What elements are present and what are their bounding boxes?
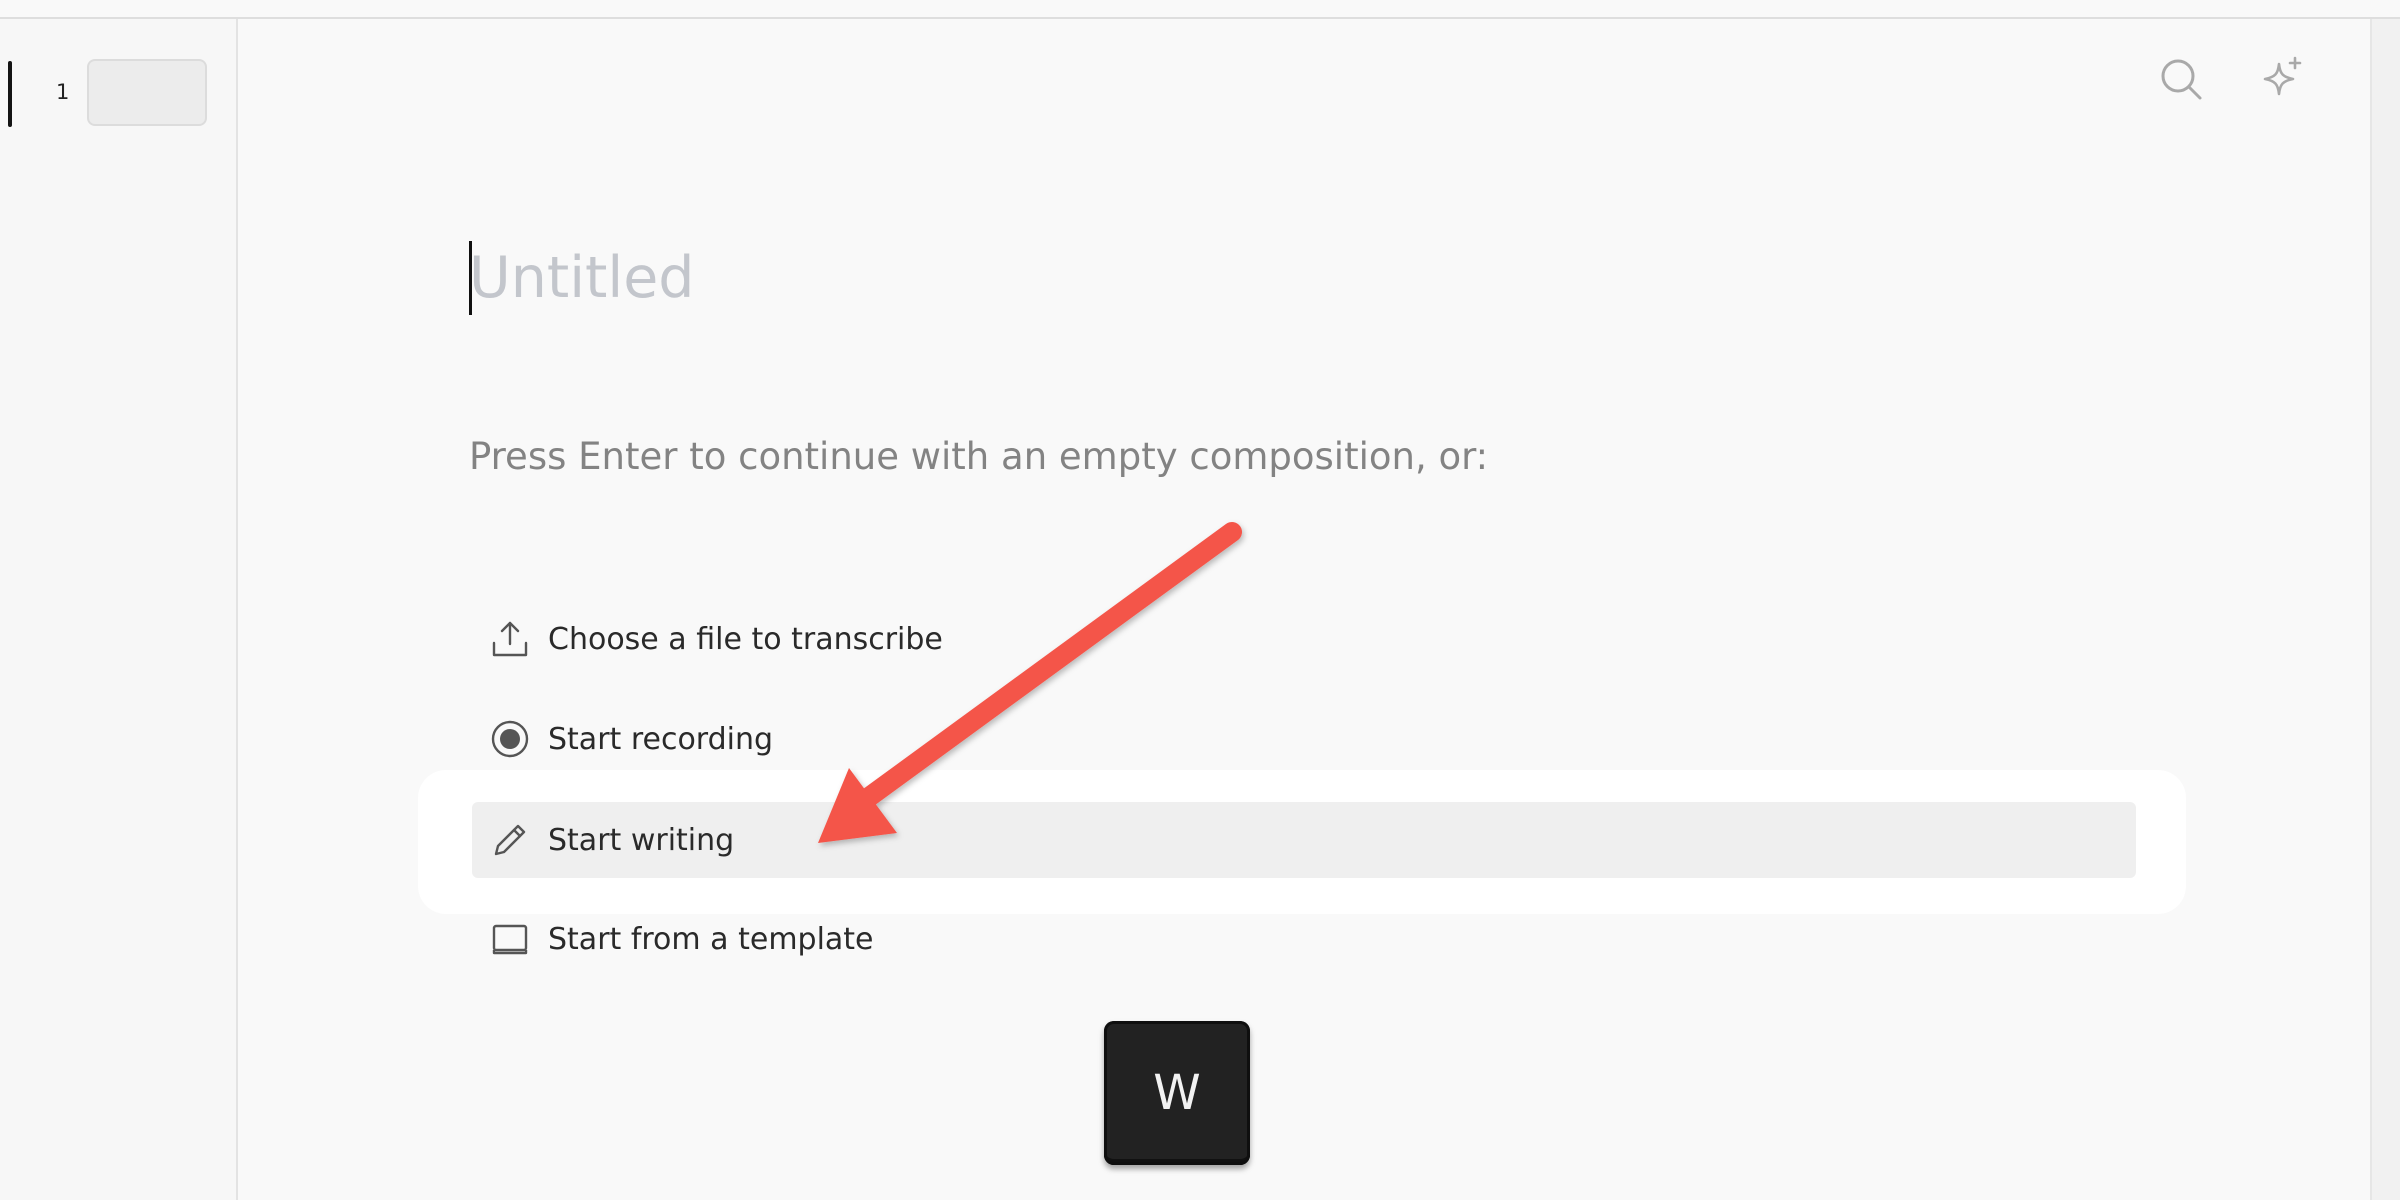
option-choose-file[interactable]: Choose a file to transcribe <box>472 601 2136 677</box>
upload-icon <box>472 601 548 677</box>
option-label: Choose a file to transcribe <box>548 621 943 657</box>
current-page-indicator <box>8 61 12 127</box>
option-start-writing[interactable]: Start writing <box>472 802 2136 878</box>
option-label: Start from a template <box>548 921 874 957</box>
pencil-icon <box>472 802 548 878</box>
search-icon[interactable] <box>2158 56 2204 102</box>
option-label: Start writing <box>548 822 735 858</box>
page-thumbnail[interactable] <box>87 59 207 126</box>
title-input[interactable] <box>469 238 1669 318</box>
option-start-template[interactable]: Start from a template <box>472 901 2136 977</box>
sparkle-icon[interactable] <box>2259 56 2305 102</box>
page-number: 1 <box>56 80 70 104</box>
option-start-recording[interactable]: Start recording <box>472 701 2136 777</box>
option-label: Start recording <box>548 721 774 757</box>
text-caret <box>469 241 472 315</box>
record-icon <box>472 701 548 777</box>
pages-sidebar: 1 <box>0 19 238 1200</box>
empty-composition-prompt: Press Enter to continue with an empty co… <box>469 435 1489 478</box>
template-icon <box>472 901 548 977</box>
window-top-bar <box>0 0 2400 19</box>
right-panel-edge <box>2370 19 2400 1200</box>
keystroke-overlay: W <box>1104 1021 1250 1165</box>
